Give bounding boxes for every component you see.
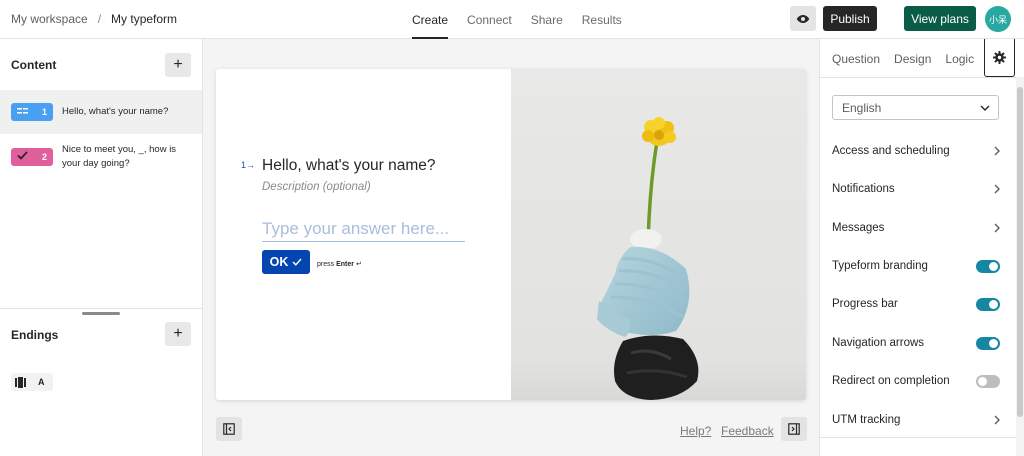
breadcrumb-separator: / (97, 12, 102, 26)
help-link[interactable]: Help? (680, 424, 711, 438)
question-list-text: Hello, what's your name? (62, 106, 169, 117)
preview-button[interactable] (790, 6, 816, 31)
feedback-link[interactable]: Feedback (721, 424, 774, 438)
checkmark-icon (292, 258, 302, 266)
setting-navigation-arrows: Navigation arrows (832, 334, 1000, 352)
collapse-left-panel-button[interactable] (216, 417, 242, 441)
gear-icon (993, 51, 1006, 64)
question-card: 1→ Hello, what's your name? Description … (216, 69, 806, 400)
setting-progress-bar: Progress bar (832, 295, 1000, 313)
typeform-branding-toggle[interactable] (976, 259, 1000, 273)
answer-input[interactable] (262, 216, 465, 242)
short-text-icon (17, 107, 29, 118)
tab-create[interactable]: Create (412, 0, 449, 39)
tab-design[interactable]: Design (894, 39, 931, 77)
question-list-item[interactable]: 2 Nice to meet you, _, how is your day g… (0, 134, 202, 182)
setting-typeform-branding: Typeform branding (832, 257, 1000, 275)
ending-list-item[interactable]: A (11, 373, 53, 391)
panel-divider (820, 77, 1016, 78)
setting-label: Progress bar (832, 298, 898, 310)
ending-label: A (38, 377, 45, 387)
resize-handle[interactable] (82, 312, 120, 315)
question-content: 1→ Hello, what's your name? Description … (216, 69, 511, 400)
setting-redirect-completion: Redirect on completion (832, 372, 1000, 390)
plus-icon: + (173, 56, 183, 73)
collapse-right-panel-button[interactable] (781, 417, 807, 441)
view-plans-button[interactable]: View plans (904, 6, 976, 31)
section-divider (0, 308, 202, 309)
add-question-button[interactable]: + (165, 53, 191, 77)
panel-left-icon (223, 423, 235, 435)
arrow-right-icon: → (246, 160, 256, 170)
chevron-right-icon (994, 415, 1000, 425)
setting-notifications[interactable]: Notifications (832, 180, 1000, 198)
question-number: 2 (41, 152, 47, 162)
user-avatar[interactable]: 小呆 (985, 6, 1011, 32)
question-type-badge: 2 (11, 148, 53, 166)
setting-messages[interactable]: Messages (832, 219, 1000, 237)
press-enter-hint: press Enter ↵ (317, 260, 362, 268)
question-list-text: Nice to meet you, _, how is your day goi… (62, 144, 177, 169)
setting-label: Notifications (832, 183, 895, 195)
enter-key-icon: ↵ (355, 261, 362, 268)
panel-right-icon (788, 423, 800, 435)
flower-vase-illustration (511, 69, 806, 400)
tab-connect[interactable]: Connect (467, 0, 512, 39)
chevron-down-icon (980, 105, 990, 111)
settings-scrollbar[interactable] (1016, 77, 1024, 456)
publish-button[interactable]: Publish (823, 6, 877, 31)
form-preview-area: 1→ Hello, what's your name? Description … (203, 39, 819, 456)
breadcrumb-workspace[interactable]: My workspace (11, 12, 88, 26)
language-select[interactable]: English (832, 95, 999, 120)
breadcrumb-form-title[interactable]: My typeform (111, 12, 177, 26)
setting-label: Redirect on completion (832, 375, 950, 387)
progress-bar-toggle[interactable] (976, 297, 1000, 311)
endings-heading: Endings (11, 328, 59, 342)
setting-label: UTM tracking (832, 414, 901, 426)
ending-screen-icon (15, 376, 26, 388)
tab-question[interactable]: Question (832, 39, 880, 77)
chevron-right-icon (994, 184, 1000, 194)
add-ending-button[interactable]: + (165, 322, 191, 346)
question-type-badge: 1 (11, 103, 53, 121)
tab-settings[interactable] (984, 39, 1015, 77)
content-sidebar: Content + 1 Hello, what's your name? 2 N… (0, 39, 203, 456)
plus-icon: + (173, 325, 183, 342)
ok-button[interactable]: OK (262, 250, 310, 274)
enter-text: Enter (336, 261, 354, 268)
question-number-label: 1→ (241, 160, 255, 170)
checkmark-icon (17, 151, 28, 163)
panel-bottom-divider (820, 437, 1016, 438)
press-text: press (317, 261, 335, 268)
question-description[interactable]: Description (optional) (262, 181, 371, 193)
setting-access-scheduling[interactable]: Access and scheduling (832, 142, 1000, 160)
main-nav-tabs: Create Connect Share Results (412, 0, 622, 39)
tab-results[interactable]: Results (582, 0, 622, 39)
chevron-right-icon (994, 146, 1000, 156)
redirect-completion-toggle[interactable] (976, 374, 1000, 388)
question-list-item[interactable]: 1 Hello, what's your name? (0, 90, 202, 134)
question-image[interactable] (511, 69, 806, 400)
question-title[interactable]: Hello, what's your name? (262, 157, 436, 175)
setting-label: Access and scheduling (832, 145, 950, 157)
settings-panel: Question Design Logic English Access and… (819, 39, 1024, 456)
setting-label: Navigation arrows (832, 337, 925, 349)
tab-share[interactable]: Share (531, 0, 563, 39)
content-heading: Content (11, 58, 57, 72)
chevron-right-icon (994, 223, 1000, 233)
ok-label: OK (269, 255, 289, 269)
eye-icon (796, 14, 810, 23)
setting-utm-tracking[interactable]: UTM tracking (832, 411, 1000, 429)
navigation-arrows-toggle[interactable] (976, 336, 1000, 350)
scrollbar-thumb[interactable] (1017, 87, 1023, 417)
language-value: English (842, 100, 882, 115)
top-bar: My workspace / My typeform Create Connec… (0, 0, 1024, 39)
tab-logic[interactable]: Logic (945, 39, 974, 77)
setting-label: Typeform branding (832, 260, 928, 272)
question-number: 1 (41, 107, 47, 117)
breadcrumb: My workspace / My typeform (11, 12, 177, 26)
panel-tabs: Question Design Logic (832, 39, 974, 77)
setting-label: Messages (832, 222, 885, 234)
